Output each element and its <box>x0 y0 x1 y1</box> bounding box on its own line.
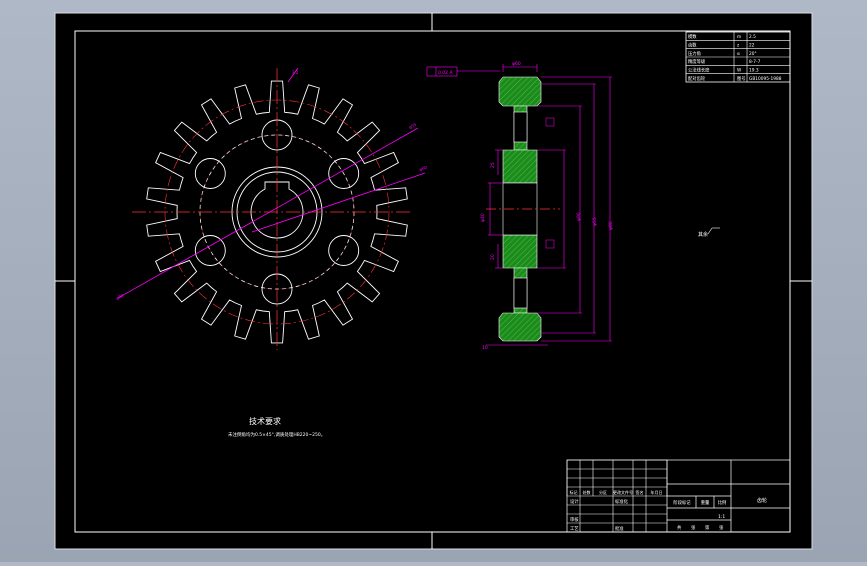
paper <box>54 12 813 550</box>
section-upper-rim <box>498 76 542 107</box>
parameter-cell: GB10095-1988 <box>749 76 782 82</box>
parameter-cell: 图号 <box>737 76 746 82</box>
section-hole-upper <box>513 111 528 143</box>
parameter-cell: 配对齿轮 <box>688 75 706 82</box>
dimension-label: φ80 <box>608 221 614 230</box>
parameter-cell: 22 <box>749 42 755 48</box>
section-upper-hub <box>502 149 538 184</box>
stage-label: 比例 <box>718 499 727 506</box>
parameter-cell: 公法线长度 <box>688 66 710 73</box>
section-lower-rim <box>498 312 542 342</box>
parameter-cell: m <box>737 35 741 40</box>
title-block-label: 签名 <box>636 489 644 495</box>
dimension-label: φ90 <box>576 212 582 221</box>
parameter-cell: 压力角 <box>688 50 701 57</box>
parameter-cell: 精度等级 <box>688 58 706 65</box>
title-block-label: 标准化 <box>615 498 629 505</box>
parameter-cell: α <box>737 52 740 57</box>
title-block-label: 工艺 <box>570 526 579 532</box>
parameter-cell: 19.3 <box>749 67 759 73</box>
dimension-label: φ40 <box>480 213 486 222</box>
title-block-label: 更改文件号 <box>613 489 633 495</box>
surface-roughness-note: 其余 <box>698 231 708 238</box>
tech-req-title: 技术要求 <box>249 416 281 426</box>
stage-label: 阶段标记 <box>673 499 691 506</box>
dimension-label: 10 <box>482 345 488 351</box>
tolerance-text: 0.02 A <box>438 70 453 76</box>
dimension-label: φ55 <box>592 217 598 226</box>
section-hole-lower <box>513 277 528 309</box>
sheet-label: 张 <box>719 524 724 531</box>
dimension-label: 25 <box>490 162 496 168</box>
dimension-label: φ60 <box>512 61 521 67</box>
drawing-sheet: 模数 m 2.5齿数 z 22压力角 α 20°精度等级 8-7-7公法线长度 W 19.3配对齿… <box>54 12 813 550</box>
title-block-label: 年月日 <box>651 489 663 495</box>
sheet-label: 第 <box>705 524 710 531</box>
title-block-label: 标记 <box>570 489 578 495</box>
title-block-label: 处数 <box>583 489 591 495</box>
dimension-label: 20 <box>490 254 496 260</box>
section-lower-hub <box>502 234 538 269</box>
cad-viewport[interactable]: 模数 m 2.5 齿数 z 22 压力角 α 20° 精度等级 8-7-7 公法线长度 W 19.3 配对齿… <box>0 0 867 562</box>
sheet-label: 共 <box>677 524 682 531</box>
title-block-label: 设计 <box>570 498 579 505</box>
scale-value: 1:1 <box>718 514 725 520</box>
title-block-label: 批准 <box>615 525 624 532</box>
parameter-cell: 模数 <box>688 33 697 40</box>
title-block-label: 分区 <box>599 489 607 495</box>
title-block-label: 审核 <box>570 516 579 523</box>
part-name: 齿轮 <box>757 497 767 504</box>
stage-label: 重量 <box>701 499 710 506</box>
parameter-cell: 20° <box>749 51 757 57</box>
tech-req-text: 未注倒角均为0.5×45°,调质处理HB220~250。 <box>228 431 325 438</box>
parameter-cell: 齿数 <box>688 41 697 48</box>
parameter-cell: 2.5 <box>749 34 756 40</box>
sheet-label: 张 <box>691 524 696 531</box>
roughness-mark: 3.2 <box>292 70 299 75</box>
parameter-cell: 8-7-7 <box>749 59 761 65</box>
